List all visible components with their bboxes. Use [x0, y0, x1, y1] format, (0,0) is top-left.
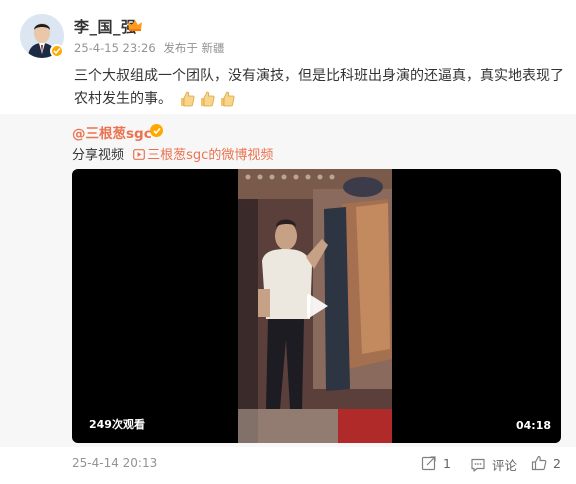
post-text: 三个大叔组成一个团队，没有演技，但是比科班出身演的还逼真，真实地表现了农村发生的… [74, 68, 564, 107]
comment-icon [471, 458, 485, 472]
play-icon[interactable] [300, 290, 332, 322]
share-line: 分享视频 三根葱sgc的微博视频 [72, 144, 273, 163]
like-icon [531, 455, 547, 471]
repost-block: @三根葱sgc 分享视频 三根葱sgc的微博视频 249次观看 04:18 [0, 114, 576, 447]
repost-user-link[interactable]: @三根葱sgc [72, 122, 152, 142]
comment-button[interactable]: 评论 [470, 455, 517, 474]
post-meta: 25-4-15 23:26 发布于 新疆 [74, 40, 229, 56]
repost-date[interactable]: 25-4-14 20:13 [72, 456, 157, 470]
verified-icon [50, 44, 64, 58]
share-count: 1 [443, 455, 451, 471]
verified-icon [150, 124, 163, 137]
thumbs-emoji-group [178, 90, 236, 108]
share-icon [421, 456, 436, 471]
view-count: 249次观看 [89, 418, 145, 431]
like-count: 2 [553, 455, 561, 471]
video-player[interactable]: 249次观看 04:18 [72, 169, 561, 443]
post-body: 三个大叔组成一个团队，没有演技，但是比科班出身演的还逼真，真实地表现了农村发生的… [74, 65, 564, 111]
like-button[interactable]: 2 [531, 455, 561, 471]
thumbs-up-icon [181, 91, 196, 107]
share-label: 分享视频 [72, 148, 125, 163]
weibo-post-card: 李_国_强 25-4-15 23:26 发布于 新疆 三个大叔组成一个团队，没有… [0, 0, 576, 484]
share-button[interactable]: 1 [421, 455, 451, 471]
video-link-icon [133, 149, 146, 160]
crown-icon [128, 20, 142, 31]
comment-label: 评论 [492, 458, 518, 473]
post-source: 发布于 新疆 [163, 41, 225, 55]
thumbs-up-icon [221, 91, 236, 107]
video-link[interactable]: 三根葱sgc的微博视频 [147, 148, 273, 163]
post-date[interactable]: 25-4-15 23:26 [74, 41, 156, 55]
video-duration: 04:18 [515, 419, 551, 432]
thumbs-up-icon [201, 91, 216, 107]
